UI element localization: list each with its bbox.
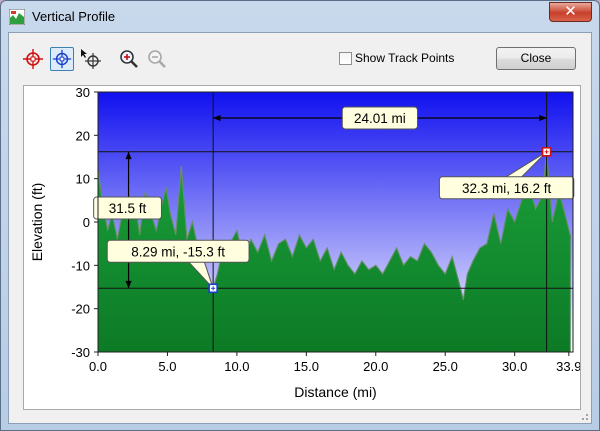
x-axis-label: Distance (mi)	[294, 384, 376, 400]
resize-grip-icon[interactable]	[579, 411, 589, 421]
y-tick-label: -10	[71, 258, 90, 273]
y-axis-label: Elevation (ft)	[29, 183, 45, 262]
y-tick-label: 0	[83, 215, 90, 230]
zoom-in-icon	[120, 50, 138, 68]
red-crosshair-tool-button[interactable]	[21, 47, 45, 71]
show-track-points-checkbox[interactable]	[339, 52, 352, 65]
title-bar[interactable]: Vertical Profile ✕	[1, 1, 599, 33]
y-tick-label: 30	[76, 86, 90, 100]
y-tick-label: 20	[76, 128, 90, 143]
pointer-crosshair-tool-button[interactable]	[79, 47, 103, 71]
blue-crosshair-tool-button[interactable]	[50, 47, 74, 71]
show-track-points-label[interactable]: Show Track Points	[355, 51, 454, 65]
red-crosshair-icon	[23, 49, 43, 69]
vertical-profile-window: Vertical Profile ✕ Show Track Points Clo…	[0, 0, 600, 431]
dialog-client: Show Track Points Close 24.01 mi 31.5 ft…	[8, 32, 592, 424]
blue-crosshair-icon	[52, 49, 72, 69]
vertical-distance-label: 31.5 ft	[109, 201, 147, 216]
toolbar: Show Track Points Close	[9, 33, 593, 81]
window-close-button[interactable]: ✕	[549, 2, 592, 22]
point-callout-label-2: 32.3 mi, 16.2 ft	[462, 181, 552, 196]
elevation-profile-chart[interactable]: 24.01 mi 31.5 ft 8.29 mi, -15.3 ft 32.3 mi,…	[24, 85, 581, 409]
x-tick-label: 20.0	[363, 359, 388, 374]
x-tick-label: 33.9	[556, 359, 580, 374]
zoom-out-button[interactable]	[145, 47, 169, 71]
profile-chart-area: 24.01 mi 31.5 ft 8.29 mi, -15.3 ft 32.3 mi,…	[23, 85, 581, 410]
close-button[interactable]: Close	[496, 47, 576, 70]
profile-app-icon	[9, 9, 25, 25]
x-tick-label: 15.0	[294, 359, 319, 374]
zoom-out-icon	[148, 50, 166, 68]
y-tick-label: -20	[71, 302, 90, 317]
window-title: Vertical Profile	[32, 9, 116, 24]
y-tick-label: 10	[76, 172, 90, 187]
x-tick-label: 10.0	[224, 359, 249, 374]
point-callout-label-1: 8.29 mi, -15.3 ft	[131, 244, 225, 259]
x-tick-label: 0.0	[89, 359, 107, 374]
y-tick-label: -30	[71, 345, 90, 360]
x-tick-label: 5.0	[158, 359, 176, 374]
x-tick-label: 25.0	[433, 359, 458, 374]
crosshair-cursor-icon	[81, 49, 101, 69]
zoom-in-button[interactable]	[117, 47, 141, 71]
horizontal-distance-label: 24.01 mi	[354, 111, 406, 126]
x-tick-label: 30.0	[502, 359, 527, 374]
